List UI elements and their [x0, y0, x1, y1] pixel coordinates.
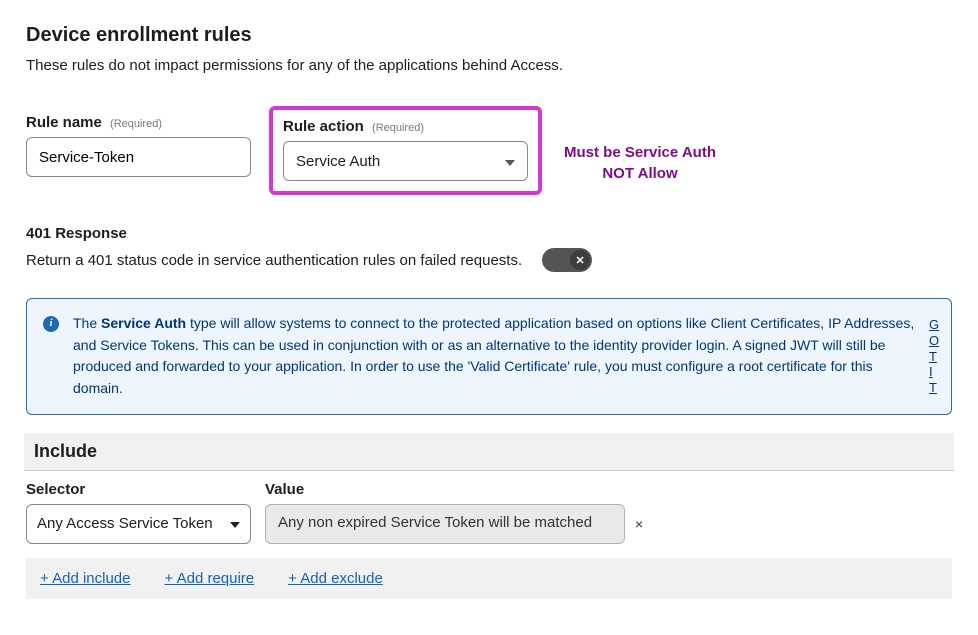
info-box: i The Service Auth type will allow syste… — [26, 298, 952, 415]
annotation-text: Must be Service Auth NOT Allow — [564, 142, 716, 184]
info-text: The Service Auth type will allow systems… — [73, 313, 921, 400]
close-icon: ✕ — [570, 250, 590, 270]
info-bold: Service Auth — [101, 315, 186, 331]
page-title: Device enrollment rules — [26, 24, 952, 47]
page-subtitle: These rules do not impact permissions fo… — [26, 57, 952, 74]
chevron-down-icon — [230, 515, 240, 532]
add-include-link[interactable]: + Add include — [40, 570, 131, 587]
rule-name-field: Rule name (Required) — [26, 114, 251, 177]
include-heading: Include — [24, 433, 954, 471]
got-it-link[interactable]: GOT IT — [929, 317, 939, 395]
rule-name-label: Rule name — [26, 114, 102, 131]
info-prefix: The — [73, 315, 101, 331]
add-require-link[interactable]: + Add require — [165, 570, 255, 587]
remove-row-button[interactable]: × — [635, 516, 643, 532]
chevron-down-icon — [505, 153, 515, 170]
annotation-line2: NOT Allow — [564, 163, 716, 184]
actions-bar: + Add include + Add require + Add exclud… — [26, 558, 952, 599]
selector-label: Selector — [26, 481, 251, 498]
rule-action-select[interactable]: Service Auth — [283, 141, 528, 181]
401-heading: 401 Response — [26, 225, 952, 242]
add-exclude-link[interactable]: + Add exclude — [288, 570, 383, 587]
value-display: Any non expired Service Token will be ma… — [265, 504, 625, 544]
rule-action-label: Rule action — [283, 118, 364, 135]
info-icon: i — [43, 316, 59, 332]
401-description: Return a 401 status code in service auth… — [26, 252, 522, 269]
required-tag: (Required) — [372, 122, 424, 134]
value-label: Value — [265, 481, 643, 498]
annotation-line1: Must be Service Auth — [564, 142, 716, 163]
rule-name-input[interactable] — [26, 137, 251, 177]
selector-value: Any Access Service Token — [37, 515, 213, 532]
rule-action-highlight: Rule action (Required) Service Auth — [269, 106, 542, 195]
rule-action-value: Service Auth — [296, 153, 380, 170]
401-toggle[interactable]: ✕ — [542, 248, 592, 272]
info-rest: type will allow systems to connect to th… — [73, 315, 914, 396]
selector-dropdown[interactable]: Any Access Service Token — [26, 504, 251, 544]
required-tag: (Required) — [110, 118, 162, 130]
